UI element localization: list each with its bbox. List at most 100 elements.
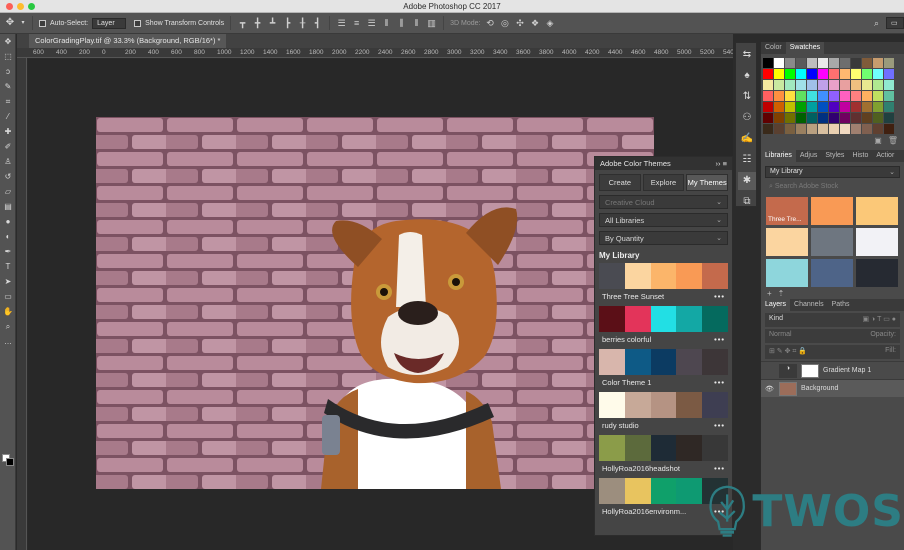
- document-image[interactable]: [96, 117, 654, 489]
- color-swatch[interactable]: [873, 124, 883, 134]
- color-swatch[interactable]: [862, 69, 872, 79]
- color-swatch[interactable]: [851, 113, 861, 123]
- 3d-slide-icon[interactable]: ❖: [529, 18, 540, 29]
- workspace-dropdown[interactable]: ▭: [886, 17, 904, 29]
- color-swatch[interactable]: [796, 80, 806, 90]
- align-right-icon[interactable]: ┫: [312, 18, 323, 29]
- arrange-icon[interactable]: ⇆: [738, 46, 756, 64]
- tab-adjustments[interactable]: Adjus: [796, 150, 822, 162]
- color-swatch[interactable]: [818, 113, 828, 123]
- stock-search-input[interactable]: ⌕ Search Adobe Stock: [765, 182, 900, 193]
- color-swatch[interactable]: [851, 69, 861, 79]
- color-swatch[interactable]: [807, 113, 817, 123]
- show-transform-checkbox[interactable]: [134, 19, 142, 27]
- color-swatch[interactable]: [774, 58, 784, 68]
- tab-explore[interactable]: Explore: [642, 174, 685, 191]
- tab-libraries[interactable]: Libraries: [761, 150, 796, 162]
- brush-presets-icon[interactable]: ✍: [738, 130, 756, 148]
- history-brush-tool-icon[interactable]: ↺: [1, 170, 15, 184]
- color-swatch[interactable]: [862, 102, 872, 112]
- library-color-item[interactable]: Three Tre...: [766, 197, 808, 225]
- tab-paths[interactable]: Paths: [828, 299, 854, 311]
- eyedropper-tool-icon[interactable]: ⁄: [1, 110, 15, 124]
- color-swatch[interactable]: [785, 124, 795, 134]
- color-swatch[interactable]: [851, 91, 861, 101]
- color-swatch[interactable]: [796, 113, 806, 123]
- color-swatch[interactable]: [884, 58, 894, 68]
- color-swatch[interactable]: [873, 80, 883, 90]
- color-swatch[interactable]: [851, 102, 861, 112]
- eye-icon[interactable]: 👁: [765, 385, 775, 393]
- brush-settings-icon[interactable]: ♠: [738, 67, 756, 85]
- color-swatch[interactable]: [807, 91, 817, 101]
- color-theme-item[interactable]: Color Theme 1 •••: [599, 349, 728, 392]
- layer-gradient-map[interactable]: ◑ Gradient Map 1: [761, 361, 904, 379]
- color-swatch[interactable]: [862, 124, 872, 134]
- color-swatch[interactable]: [818, 91, 828, 101]
- zoom-tool-icon[interactable]: ⌕: [1, 320, 15, 334]
- color-swatch[interactable]: [774, 113, 784, 123]
- color-swatch[interactable]: [840, 80, 850, 90]
- upload-icon[interactable]: ⇡: [778, 289, 785, 298]
- color-swatch[interactable]: [818, 102, 828, 112]
- color-swatch[interactable]: [851, 124, 861, 134]
- tab-create[interactable]: Create: [599, 174, 641, 191]
- auto-select-checkbox[interactable]: [39, 19, 46, 27]
- brush-tool-icon[interactable]: ✐: [1, 140, 15, 154]
- source-select[interactable]: Creative Cloud ⌄: [599, 195, 728, 209]
- crop-tool-icon[interactable]: ⌗: [1, 95, 15, 109]
- library-color-item[interactable]: [811, 259, 853, 287]
- color-swatch[interactable]: [840, 113, 850, 123]
- distribute-right-icon[interactable]: ⫴: [411, 18, 422, 29]
- color-swatch[interactable]: [763, 58, 773, 68]
- tab-history[interactable]: Histo: [848, 150, 872, 162]
- color-themes-icon[interactable]: ✱: [738, 172, 756, 190]
- library-color-item[interactable]: [766, 228, 808, 256]
- color-swatch[interactable]: [862, 113, 872, 123]
- blend-mode-select[interactable]: Normal: [769, 331, 792, 341]
- horizontal-ruler[interactable]: 600 400 200 0 200 400 600 800 1000 1200 1400 1600 18…: [17, 48, 733, 58]
- distribute-middle-icon[interactable]: ≡: [351, 18, 362, 28]
- color-swatch[interactable]: [774, 102, 784, 112]
- pen-tool-icon[interactable]: ✒: [1, 245, 15, 259]
- color-swatch[interactable]: [818, 58, 828, 68]
- color-swatch[interactable]: [884, 69, 894, 79]
- color-swatch[interactable]: [818, 124, 828, 134]
- path-select-tool-icon[interactable]: ➤: [1, 275, 15, 289]
- properties-icon[interactable]: ☷: [738, 151, 756, 169]
- background-color-swatch[interactable]: [6, 458, 14, 466]
- layer-background[interactable]: 👁 Background: [761, 379, 904, 397]
- trash-icon[interactable]: 🗑: [888, 136, 898, 146]
- color-swatch[interactable]: [774, 80, 784, 90]
- color-theme-item[interactable]: Three Tree Sunset •••: [599, 263, 728, 306]
- tab-layers[interactable]: Layers: [761, 299, 791, 311]
- clone-stamp-tool-icon[interactable]: ♙: [1, 155, 15, 169]
- color-swatch[interactable]: [818, 69, 828, 79]
- lock-icons[interactable]: ⊞ ✎ ✥ ⌗ 🔒: [769, 347, 807, 357]
- color-swatch[interactable]: [829, 102, 839, 112]
- color-swatch[interactable]: [785, 80, 795, 90]
- eraser-tool-icon[interactable]: ▱: [1, 185, 15, 199]
- color-swatch[interactable]: [884, 124, 894, 134]
- auto-select-dropdown[interactable]: Layer: [92, 17, 127, 29]
- align-left-icon[interactable]: ┣: [282, 18, 293, 29]
- tab-my-themes[interactable]: My Themes: [686, 174, 729, 191]
- tab-color[interactable]: Color: [761, 42, 786, 54]
- search-icon[interactable]: ⌕: [871, 18, 882, 29]
- color-swatch[interactable]: [774, 91, 784, 101]
- 3d-roll-icon[interactable]: ◎: [499, 18, 510, 29]
- color-swatch[interactable]: [884, 102, 894, 112]
- color-swatch[interactable]: [873, 91, 883, 101]
- dodge-tool-icon[interactable]: ◐: [1, 230, 15, 244]
- color-swatch[interactable]: [873, 113, 883, 123]
- color-swatch[interactable]: [785, 91, 795, 101]
- color-swatch[interactable]: [763, 113, 773, 123]
- color-swatch[interactable]: [873, 69, 883, 79]
- color-swatch[interactable]: [840, 69, 850, 79]
- color-swatch[interactable]: [796, 124, 806, 134]
- vertical-ruler[interactable]: [17, 58, 27, 550]
- library-dropdown[interactable]: My Library ⌄: [765, 166, 900, 178]
- layer-filter[interactable]: Kind ▣ ◑ T ▭ ●: [765, 313, 900, 327]
- sort-select[interactable]: By Quantity ⌄: [599, 231, 728, 245]
- 3d-orbit-icon[interactable]: ⟲: [484, 18, 495, 29]
